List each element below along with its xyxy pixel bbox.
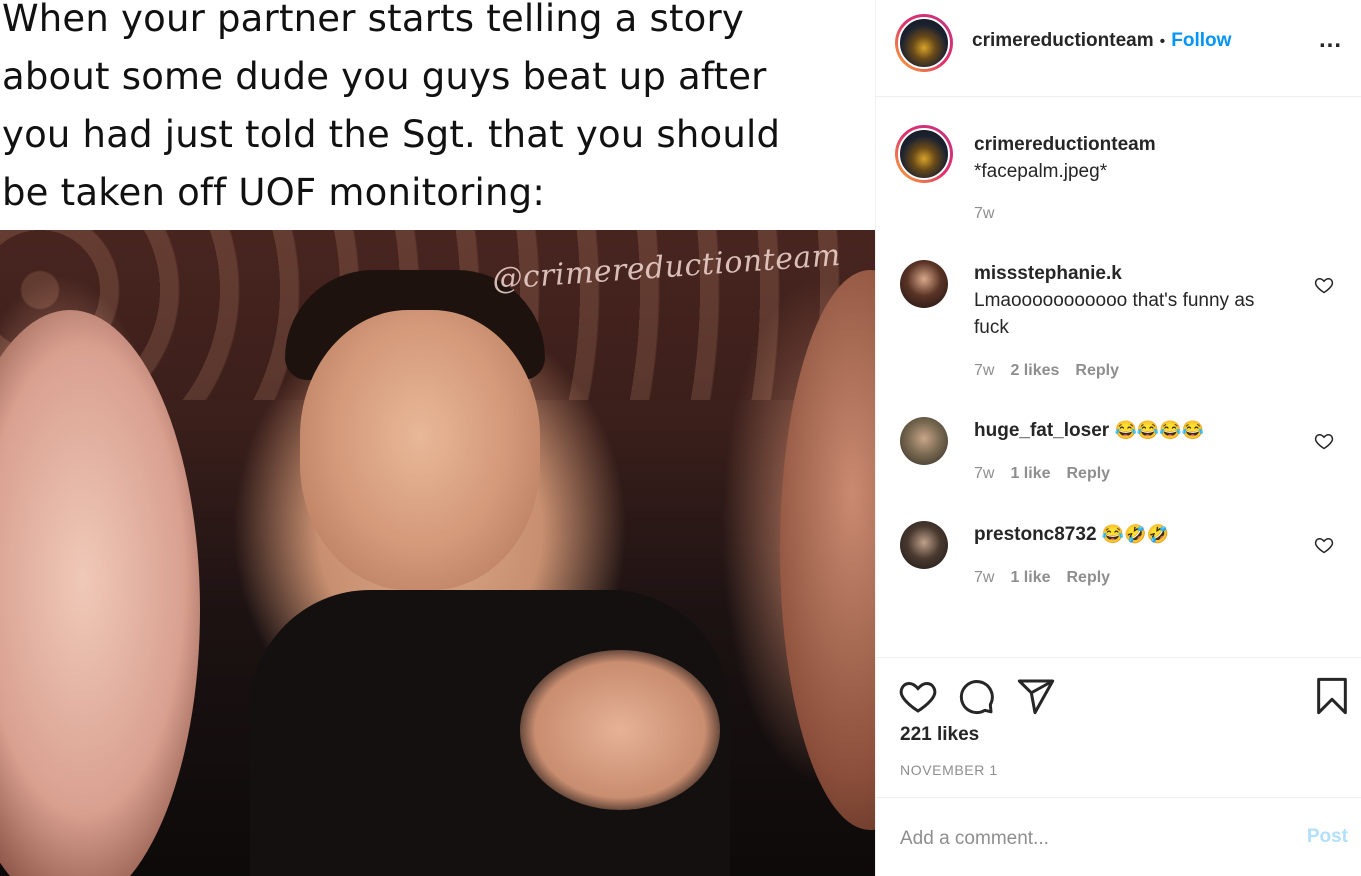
comment-username[interactable]: missstephanie.k [974, 263, 1122, 284]
like-comment-heart-icon[interactable] [1314, 535, 1334, 555]
comment-username[interactable]: huge_fat_loser [974, 420, 1109, 441]
comment-text: Lmaooooooooooo that's funny as fuck [974, 290, 1255, 338]
man-face [300, 310, 540, 590]
caption-text: *facepalm.jpeg* [974, 161, 1108, 182]
comment-likes[interactable]: 1 like [1010, 465, 1050, 482]
share-icon[interactable] [1016, 676, 1056, 716]
caption-avatar[interactable] [895, 125, 953, 183]
post-image[interactable]: When your partner starts telling a story… [0, 0, 875, 876]
comment-likes[interactable]: 1 like [1010, 569, 1050, 586]
post-actions: 221 likes NOVEMBER 1 [876, 657, 1361, 797]
commenter-avatar[interactable] [900, 260, 948, 308]
reply-button[interactable]: Reply [1075, 362, 1119, 379]
post-comment-button[interactable]: Post [1307, 826, 1348, 848]
like-comment-heart-icon[interactable] [1314, 275, 1334, 295]
reply-button[interactable]: Reply [1066, 465, 1110, 482]
meme-caption-area: When your partner starts telling a story… [0, 0, 875, 230]
reply-button[interactable]: Reply [1066, 569, 1110, 586]
comment-likes[interactable]: 2 likes [1010, 362, 1059, 379]
comments-list[interactable]: crimereductionteam *facepalm.jpeg* 7w mi… [876, 97, 1361, 657]
thumb-gesture [520, 650, 720, 810]
post-sidebar: crimereductionteam • Follow ... crimereduc… [875, 0, 1361, 876]
meme-photo: @crimereductionteam [0, 230, 875, 876]
meme-caption: When your partner starts telling a story… [2, 0, 781, 214]
header-username[interactable]: crimereductionteam [972, 30, 1154, 51]
comment-text: 😂😂😂😂 [1114, 420, 1205, 440]
author-avatar[interactable] [895, 14, 953, 72]
post-header: crimereductionteam • Follow ... [876, 0, 1361, 97]
comment-text: 😂🤣🤣 [1101, 524, 1170, 544]
heart-icon[interactable] [898, 676, 938, 716]
add-comment-bar: Post [876, 797, 1361, 876]
caption-time: 7w [974, 205, 995, 222]
caption-username[interactable]: crimereductionteam [974, 131, 1294, 158]
header-separator: • [1159, 33, 1166, 50]
comment-time: 7w [974, 362, 995, 379]
comment-time: 7w [974, 569, 995, 586]
comment-icon[interactable] [956, 676, 996, 716]
commenter-avatar[interactable] [900, 417, 948, 465]
like-comment-heart-icon[interactable] [1314, 431, 1334, 451]
bookmark-icon[interactable] [1312, 676, 1352, 716]
more-options-icon[interactable]: ... [1319, 26, 1342, 54]
likes-count[interactable]: 221 likes [900, 724, 979, 746]
comment-input[interactable] [898, 820, 1262, 858]
header-user-line: crimereductionteam • Follow [972, 30, 1231, 52]
post-date: NOVEMBER 1 [900, 762, 998, 778]
follow-button[interactable]: Follow [1171, 30, 1231, 51]
comment-time: 7w [974, 465, 995, 482]
commenter-avatar[interactable] [900, 521, 948, 569]
comment-username[interactable]: prestonc8732 [974, 524, 1097, 545]
